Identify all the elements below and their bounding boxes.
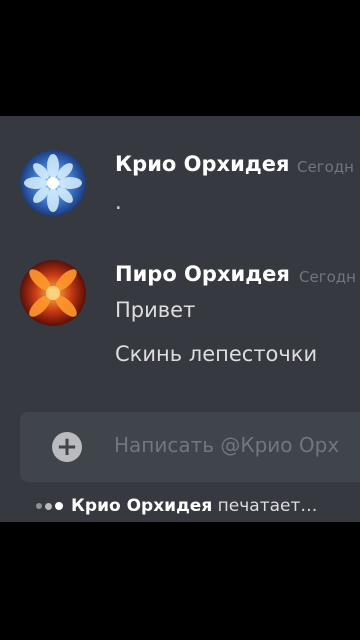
avatar-blue-flower-icon[interactable] [20,150,86,216]
message-author[interactable]: Пиро Орхидея [115,262,290,286]
typing-dot-icon [55,502,63,510]
message-timestamp: Сегодн [297,158,354,176]
typing-dot-icon [36,503,42,509]
message-timestamp: Сегодн [299,268,356,286]
message-text: Привет [115,298,196,322]
chat-window: Крио Орхидея Сегодн . Пиро Орхидея Сегод… [0,116,360,522]
plus-icon[interactable]: + [52,432,82,462]
typing-status-text: печатает… [217,496,318,516]
message-composer: + Написать @Крио Орх [20,412,360,482]
avatar-red-flower-icon[interactable] [20,260,86,326]
typing-dot-icon [45,502,52,510]
message-text: . [115,190,122,214]
message-input[interactable]: Написать @Крио Орх [114,433,339,457]
message-text: Скинь лепесточки [115,342,318,366]
typing-indicator: Крио Орхидея печатает… [36,496,317,518]
message-author[interactable]: Крио Орхидея [115,152,289,176]
typing-user-name: Крио Орхидея [71,496,213,516]
